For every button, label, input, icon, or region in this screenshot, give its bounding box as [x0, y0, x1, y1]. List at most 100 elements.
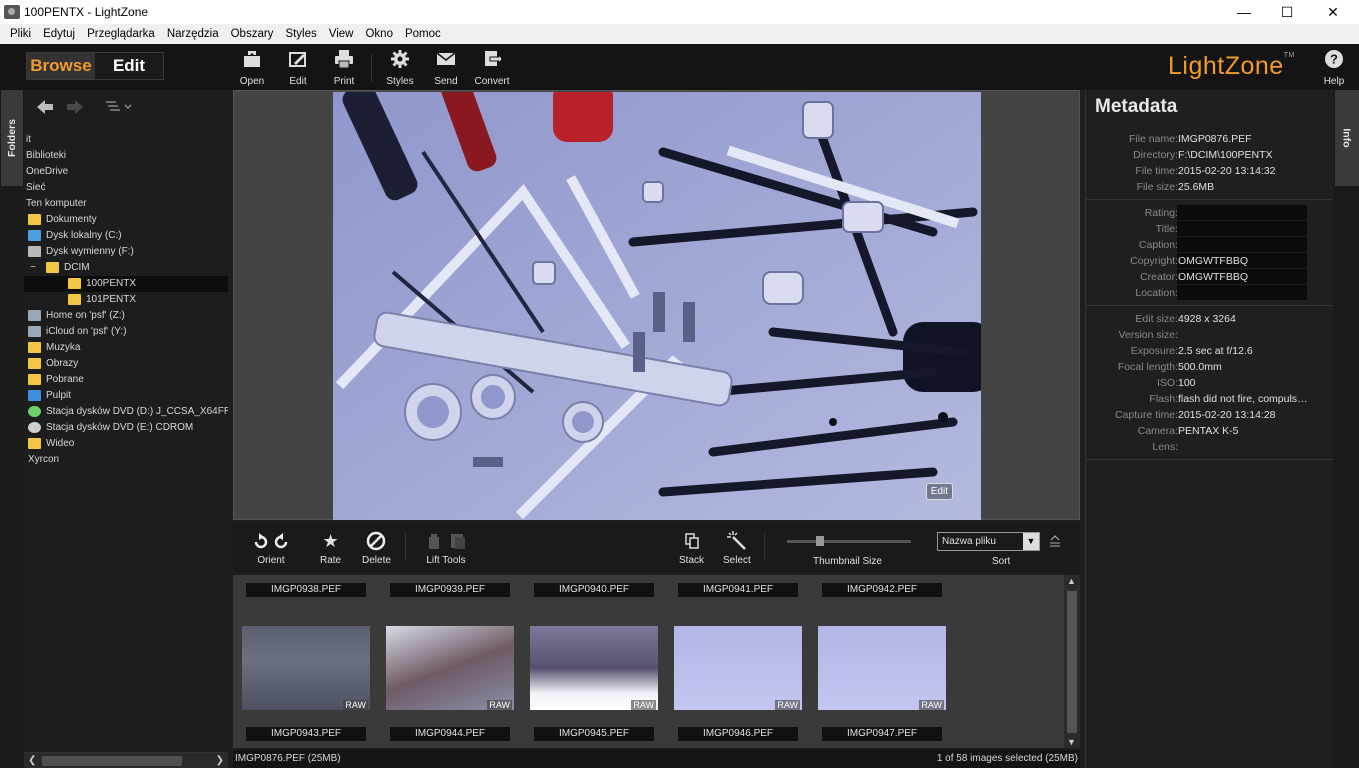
open-icon: [242, 49, 262, 69]
metadata-field[interactable]: [1177, 221, 1307, 236]
folder-tree-item[interactable]: Sieć: [24, 180, 228, 196]
folder-tree-item[interactable]: Dysk lokalny (C:): [24, 228, 228, 244]
thumbnail-image[interactable]: RAW: [818, 626, 946, 710]
info-tab[interactable]: Info: [1335, 90, 1359, 186]
help-button[interactable]: ? Help: [1313, 49, 1355, 89]
folder-tree-item[interactable]: 100PENTX: [24, 276, 228, 292]
folder-tree-item[interactable]: Pulpit: [24, 388, 228, 404]
folder-tree-item[interactable]: Stacja dysków DVD (E:) CDROM: [24, 420, 228, 436]
thumbnail-image[interactable]: RAW: [674, 626, 802, 710]
metadata-field[interactable]: [1177, 205, 1307, 220]
folder-tree-item[interactable]: Obrazy: [24, 356, 228, 372]
sort-select[interactable]: Nazwa pliku ▼: [937, 532, 1040, 551]
folder-tree-item[interactable]: Stacja dysków DVD (D:) J_CCSA_X64FRE: [24, 404, 228, 420]
folder-tree-item[interactable]: 101PENTX: [24, 292, 228, 308]
back-arrow-icon[interactable]: [36, 99, 54, 118]
folder-tree-item[interactable]: Dokumenty: [24, 212, 228, 228]
recent-folders-dropdown-icon[interactable]: [104, 100, 134, 117]
folder-tree-item[interactable]: it: [24, 132, 228, 148]
edit-button[interactable]: Edit: [277, 49, 319, 89]
edit-badge-button[interactable]: Edit: [925, 483, 953, 500]
scroll-right-icon[interactable]: ❯: [216, 755, 224, 766]
folder-tree-item[interactable]: Xyrcon: [24, 452, 228, 468]
thumbnail-filename[interactable]: IMGP0944.PEF: [390, 727, 510, 741]
maximize-button[interactable]: ☐: [1264, 0, 1310, 24]
thumbnail-size-slider[interactable]: [787, 540, 911, 543]
folder-tree-item[interactable]: Wideo: [24, 436, 228, 452]
metadata-row[interactable]: Caption:: [1086, 237, 1334, 253]
metadata-row[interactable]: Title:: [1086, 221, 1334, 237]
select-button[interactable]: Select: [723, 530, 751, 566]
scroll-down-icon[interactable]: ▼: [1067, 737, 1076, 747]
scrollbar-thumb[interactable]: [42, 756, 182, 766]
folder-tree-item[interactable]: iCloud on 'psf' (Y:): [24, 324, 228, 340]
metadata-field[interactable]: [1177, 285, 1307, 300]
minimize-button[interactable]: —: [1221, 0, 1267, 24]
folder-tree-item[interactable]: Home on 'psf' (Z:): [24, 308, 228, 324]
thumbnail-filename[interactable]: IMGP0940.PEF: [534, 583, 654, 597]
styles-button[interactable]: Styles: [379, 49, 421, 89]
scrollbar-thumb[interactable]: [1067, 591, 1077, 733]
folder-tree-item[interactable]: Dysk wymienny (F:): [24, 244, 228, 260]
menu-okno[interactable]: Okno: [359, 28, 399, 40]
folder-label: iCloud on 'psf' (Y:): [46, 326, 127, 337]
thumbnail-filename[interactable]: IMGP0941.PEF: [678, 583, 798, 597]
folder-tree-item[interactable]: Muzyka: [24, 340, 228, 356]
rate-button[interactable]: ★ Rate: [320, 530, 341, 567]
menu-narzedzia[interactable]: Narzędzia: [161, 28, 225, 40]
folder-tree-item[interactable]: Pobrane: [24, 372, 228, 388]
thumbnail-filename[interactable]: IMGP0939.PEF: [390, 583, 510, 597]
stack-button[interactable]: Stack: [679, 530, 704, 566]
thumbnail-image[interactable]: RAW: [386, 626, 514, 710]
convert-button[interactable]: Convert: [471, 49, 513, 89]
thumbnail-filename[interactable]: IMGP0943.PEF: [246, 727, 366, 741]
thumbnail-filename[interactable]: IMGP0942.PEF: [822, 583, 942, 597]
folder-tree-item[interactable]: − DCIM: [24, 260, 228, 276]
forward-arrow-icon[interactable]: [66, 99, 84, 118]
thumbnail-filename[interactable]: IMGP0947.PEF: [822, 727, 942, 741]
thumbnail-filename[interactable]: IMGP0946.PEF: [678, 727, 798, 741]
folder-tree-item[interactable]: Biblioteki: [24, 148, 228, 164]
menu-przegladarka[interactable]: Przeglądarka: [81, 28, 161, 40]
folder-label: Dysk wymienny (F:): [46, 246, 134, 257]
send-button[interactable]: Send: [425, 49, 467, 89]
print-button[interactable]: Print: [323, 49, 365, 89]
sort-order-icon[interactable]: [1049, 534, 1061, 551]
thumbnail-filename[interactable]: IMGP0938.PEF: [246, 583, 366, 597]
metadata-row[interactable]: Location:: [1086, 285, 1334, 301]
metadata-key: Title:: [1155, 223, 1178, 235]
metadata-row[interactable]: Rating:: [1086, 205, 1334, 221]
metadata-field[interactable]: [1177, 237, 1307, 252]
open-button[interactable]: Open: [231, 49, 273, 89]
menu-edytuj[interactable]: Edytuj: [37, 28, 81, 40]
folders-horizontal-scrollbar[interactable]: ❮ ❯: [24, 752, 228, 768]
edit-mode-button[interactable]: Edit: [95, 53, 163, 79]
metadata-row[interactable]: Creator: OMGWTFBBQ: [1086, 269, 1334, 285]
thumbnails-vertical-scrollbar[interactable]: ▲ ▼: [1064, 575, 1080, 748]
scroll-up-icon[interactable]: ▲: [1067, 576, 1076, 586]
metadata-row[interactable]: Copyright: OMGWTFBBQ: [1086, 253, 1334, 269]
preview-image[interactable]: Edit: [333, 92, 981, 520]
folder-tree-item[interactable]: OneDrive: [24, 164, 228, 180]
collapse-icon[interactable]: −: [30, 260, 36, 276]
browse-mode-button[interactable]: Browse: [27, 53, 95, 79]
menu-obszary[interactable]: Obszary: [225, 28, 280, 40]
delete-button[interactable]: Delete: [362, 530, 391, 566]
folder-tree: it Biblioteki OneDrive Sieć Ten komputer Doku…: [24, 132, 228, 468]
thumbnail-filename[interactable]: IMGP0945.PEF: [534, 727, 654, 741]
menu-pliki[interactable]: Pliki: [4, 28, 37, 40]
folder-tree-item[interactable]: Ten komputer: [24, 196, 228, 212]
netdrive-icon: [28, 310, 41, 321]
menu-view[interactable]: View: [323, 28, 360, 40]
thumbnail-image[interactable]: RAW: [242, 626, 370, 710]
folder-label: Muzyka: [46, 342, 81, 353]
scroll-left-icon[interactable]: ❮: [28, 755, 36, 766]
orient-button[interactable]: Orient: [251, 530, 291, 566]
menu-styles[interactable]: Styles: [279, 28, 322, 40]
folders-tab[interactable]: Folders: [1, 90, 23, 186]
lift-tools-button[interactable]: Lift Tools: [426, 530, 466, 566]
thumbnail-image[interactable]: RAW: [530, 626, 658, 710]
menu-pomoc[interactable]: Pomoc: [399, 28, 447, 40]
thumbnail-size-slider-knob[interactable]: [816, 536, 824, 546]
close-button[interactable]: ✕: [1310, 0, 1356, 24]
